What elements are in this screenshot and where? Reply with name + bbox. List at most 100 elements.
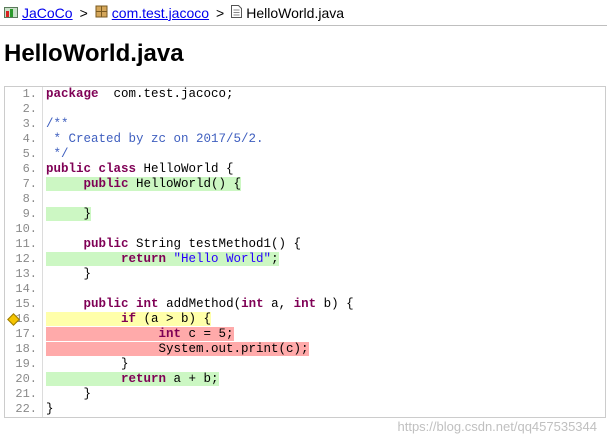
- report-icon: [4, 5, 18, 21]
- code-keyword: public: [83, 177, 129, 191]
- code-line: 18. System.out.print(c);: [5, 342, 605, 357]
- line-number: 12.: [5, 252, 43, 267]
- code-text: * Created by zc on 2017/5/2.: [43, 132, 606, 147]
- code-token: com.test.jacoco;: [98, 87, 234, 101]
- breadcrumb-link-package[interactable]: com.test.jacoco: [112, 5, 209, 21]
- code-line: 11. public String testMethod1() {: [5, 237, 605, 252]
- line-number: 5.: [5, 147, 43, 162]
- breadcrumb-separator: >: [216, 4, 225, 21]
- code-text: [43, 222, 606, 237]
- code-line: 20. return a + b;: [5, 372, 605, 387]
- code-token: b) {: [316, 297, 354, 311]
- line-number: 7.: [5, 177, 43, 192]
- partial-branch-diamond-icon[interactable]: [7, 313, 20, 326]
- code-line: 2.: [5, 102, 605, 117]
- code-keyword: int: [136, 297, 159, 311]
- source-code-view: 1. package com.test.jacoco; 2. 3./** 4. * Cr…: [4, 86, 606, 418]
- code-keyword: public: [46, 162, 92, 176]
- code-text: }: [43, 207, 606, 222]
- code-line: 7. public HelloWorld() {: [5, 177, 605, 192]
- code-token: String testMethod1() {: [128, 237, 302, 251]
- code-content: public int addMethod(int a, int b) {: [46, 297, 354, 311]
- breadcrumb-link-project[interactable]: JaCoCo: [22, 5, 73, 21]
- code-content: public class HelloWorld {: [46, 162, 234, 176]
- page-title: HelloWorld.java: [4, 40, 184, 67]
- code-line: 9. }: [5, 207, 605, 222]
- code-content: }: [46, 357, 129, 371]
- code-keyword: class: [98, 162, 137, 176]
- code-text: return a + b;: [43, 372, 606, 387]
- code-token: System.out.print(c);: [46, 342, 309, 356]
- code-token: (a > b) {: [136, 312, 212, 326]
- code-text: }: [43, 357, 606, 372]
- code-text: public String testMethod1() {: [43, 237, 606, 252]
- code-line: 6. public class HelloWorld {: [5, 162, 605, 177]
- code-token: }: [46, 387, 92, 401]
- line-number: 22.: [5, 402, 43, 417]
- code-comment: */: [46, 147, 69, 161]
- watermark: https://blog.csdn.net/qq457535344: [397, 419, 598, 434]
- code-token: a + b;: [166, 372, 219, 386]
- breadcrumb-item-package[interactable]: com.test.jacoco: [95, 5, 209, 21]
- code-token: ;: [271, 252, 279, 266]
- line-number: 2.: [5, 102, 43, 117]
- code-token: }: [46, 207, 92, 221]
- code-line: 8.: [5, 192, 605, 207]
- package-icon: [95, 5, 108, 21]
- line-number: 20.: [5, 372, 43, 387]
- code-token: addMethod(: [158, 297, 242, 311]
- code-content: if (a > b) {: [46, 312, 212, 326]
- code-content: public HelloWorld() {: [46, 177, 242, 191]
- code-text: System.out.print(c);: [43, 342, 606, 357]
- line-number: 16.: [5, 312, 43, 327]
- code-line: 12. return "Hello World";: [5, 252, 605, 267]
- code-keyword: if: [121, 312, 137, 326]
- code-text: int c = 5;: [43, 327, 606, 342]
- line-number: 11.: [5, 237, 43, 252]
- code-line: 21. }: [5, 387, 605, 402]
- code-line: 13. }: [5, 267, 605, 282]
- code-content: * Created by zc on 2017/5/2.: [46, 132, 264, 146]
- breadcrumb: JaCoCo > com.test.jacoco > HelloWorld.ja…: [0, 0, 607, 26]
- code-token: a,: [263, 297, 294, 311]
- breadcrumb-item-file: HelloWorld.java: [231, 4, 344, 21]
- code-text: [43, 282, 606, 297]
- line-number: 9.: [5, 207, 43, 222]
- breadcrumb-separator: >: [79, 4, 88, 21]
- code-token: }: [46, 267, 92, 281]
- code-line: 16. if (a > b) {: [5, 312, 605, 327]
- code-text: public HelloWorld() {: [43, 177, 606, 192]
- code-content: public String testMethod1() {: [46, 237, 302, 251]
- line-number: 19.: [5, 357, 43, 372]
- code-content: return a + b;: [46, 372, 219, 386]
- line-number: 10.: [5, 222, 43, 237]
- code-content: }: [46, 402, 54, 416]
- line-number: 17.: [5, 327, 43, 342]
- code-token: }: [46, 357, 129, 371]
- line-number: 13.: [5, 267, 43, 282]
- code-content: package com.test.jacoco;: [46, 87, 234, 101]
- code-line: 14.: [5, 282, 605, 297]
- source-code-lines: 1. package com.test.jacoco; 2. 3./** 4. * Cr…: [5, 87, 605, 417]
- code-token: c = 5;: [181, 327, 234, 341]
- line-number: 6.: [5, 162, 43, 177]
- source-code-table: 1. package com.test.jacoco; 2. 3./** 4. * Cr…: [5, 87, 605, 417]
- code-text: [43, 102, 606, 117]
- code-text: /**: [43, 117, 606, 132]
- code-content: System.out.print(c);: [46, 342, 309, 356]
- code-token: HelloWorld {: [136, 162, 234, 176]
- code-text: public class HelloWorld {: [43, 162, 606, 177]
- line-number: 4.: [5, 132, 43, 147]
- code-content: }: [46, 267, 92, 281]
- code-content: */: [46, 147, 69, 161]
- code-text: package com.test.jacoco;: [43, 87, 606, 102]
- breadcrumb-item-project[interactable]: JaCoCo: [4, 5, 73, 21]
